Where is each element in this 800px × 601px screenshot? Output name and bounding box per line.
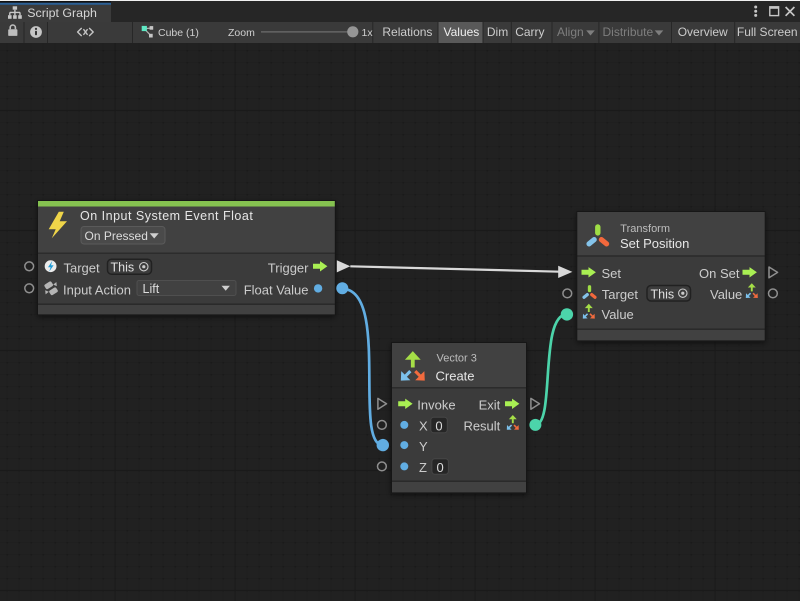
svg-text:Target: Target: [602, 287, 639, 302]
svg-text:Value: Value: [710, 287, 742, 302]
svg-text:Result: Result: [463, 419, 500, 434]
svg-text:Lift: Lift: [143, 282, 160, 296]
svg-text:1x: 1x: [362, 27, 374, 39]
svg-text:Target: Target: [64, 260, 101, 275]
svg-text:Zoom: Zoom: [228, 27, 255, 39]
svg-text:Overview: Overview: [678, 25, 728, 39]
svg-text:Cube (1): Cube (1): [158, 27, 199, 39]
svg-text:Value: Value: [602, 307, 634, 322]
svg-text:Distribute: Distribute: [603, 25, 654, 39]
svg-text:This: This: [111, 260, 135, 274]
svg-text:0: 0: [435, 418, 442, 433]
svg-text:Trigger: Trigger: [268, 260, 309, 275]
svg-text:Dim: Dim: [487, 25, 508, 39]
svg-text:Float Value: Float Value: [244, 282, 309, 297]
svg-text:This: This: [651, 287, 675, 301]
svg-text:Relations: Relations: [382, 25, 432, 39]
svg-text:On Input System Event Float: On Input System Event Float: [80, 209, 253, 223]
svg-text:Full Screen: Full Screen: [737, 25, 798, 39]
svg-text:Vector 3: Vector 3: [437, 352, 477, 364]
svg-text:Z: Z: [419, 460, 427, 475]
svg-text:X: X: [419, 419, 428, 434]
svg-text:Align: Align: [557, 25, 584, 39]
svg-text:Script Graph: Script Graph: [27, 6, 97, 20]
svg-text:Set: Set: [602, 266, 622, 281]
svg-text:Exit: Exit: [479, 398, 501, 413]
svg-text:Input Action: Input Action: [63, 282, 131, 297]
svg-text:On Set: On Set: [699, 266, 740, 281]
svg-text:Transform: Transform: [620, 223, 670, 235]
svg-text:Values: Values: [444, 25, 480, 39]
svg-text:Y: Y: [419, 439, 428, 454]
svg-text:0: 0: [436, 460, 443, 475]
svg-text:On Pressed: On Pressed: [85, 229, 148, 243]
svg-text:Carry: Carry: [515, 25, 544, 39]
svg-text:Create: Create: [436, 369, 475, 384]
svg-text:Invoke: Invoke: [417, 398, 455, 413]
svg-text:Set Position: Set Position: [620, 236, 689, 251]
